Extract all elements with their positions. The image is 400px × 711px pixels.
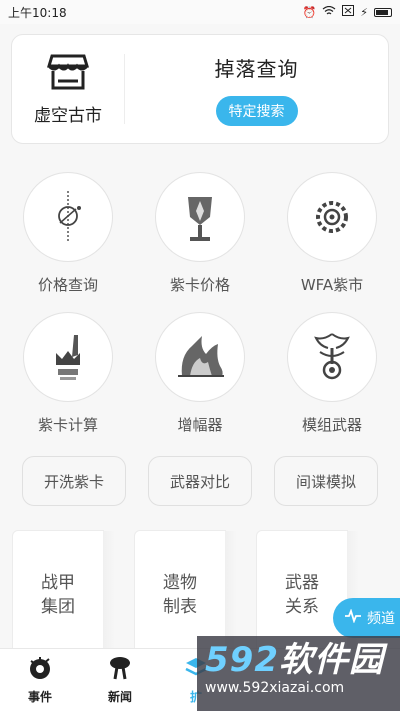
shop-icon	[46, 53, 90, 95]
grid-label: 紫卡计算	[37, 416, 98, 434]
watermark-logo-num: 592	[205, 640, 279, 680]
pulse-icon	[345, 608, 361, 627]
grid-item-modular-weapon[interactable]: 模组武器	[277, 312, 387, 435]
nav-label: 新闻	[107, 690, 132, 704]
grid-item-amp[interactable]: 增幅器	[145, 312, 255, 435]
tall-card-line: 集团	[41, 597, 75, 617]
drop-query-section: 掉落查询 特定搜索	[125, 35, 388, 143]
modular-weapon-icon	[287, 312, 377, 402]
specific-search-button[interactable]: 特定搜索	[215, 95, 298, 126]
channel-button[interactable]: 频道	[333, 598, 400, 638]
wfa-market-icon	[287, 172, 377, 262]
channel-label: 频道	[367, 611, 395, 627]
riven-price-icon	[155, 172, 245, 262]
battery-icon	[374, 7, 392, 17]
riven-calc-icon	[23, 312, 113, 402]
tall-card-line: 遗物	[163, 573, 197, 593]
charging-icon: ⚡	[360, 5, 368, 19]
news-icon	[107, 655, 133, 684]
tall-card-line: 制表	[163, 597, 197, 617]
status-time: 上午10:18	[8, 5, 67, 20]
top-card: 虚空古市 掉落查询 特定搜索	[11, 34, 389, 144]
pill-riven-reroll[interactable]: 开洗紫卡	[22, 456, 126, 506]
void-market-entry[interactable]: 虚空古市	[12, 35, 124, 143]
nav-item-news[interactable]: 新闻	[92, 655, 148, 705]
grid-item-price-query[interactable]: 价格查询	[13, 172, 123, 295]
amp-icon	[155, 312, 245, 402]
void-market-label: 虚空古市	[34, 105, 102, 126]
grid-item-riven-price[interactable]: 紫卡价格	[145, 172, 255, 295]
grid-label: 紫卡价格	[169, 276, 230, 294]
grid-label: 模组武器	[301, 416, 362, 434]
price-query-icon	[23, 172, 113, 262]
tall-card-warframe-syndicate[interactable]: 战甲 集团	[12, 530, 115, 661]
grid-item-wfa-market[interactable]: WFA紫市	[277, 172, 387, 295]
pill-weapon-compare[interactable]: 武器对比	[148, 456, 252, 506]
status-icons: ⏰ ⚡	[303, 5, 392, 19]
grid-label: 价格查询	[37, 276, 98, 294]
grid-item-riven-calc[interactable]: 紫卡计算	[13, 312, 123, 435]
watermark-logo: 592软件园	[205, 640, 392, 680]
sim-icon	[342, 5, 355, 19]
nav-item-events[interactable]: 事件	[12, 655, 68, 705]
status-bar: 上午10:18 ⏰ ⚡	[0, 0, 400, 24]
watermark-url: www.592xiazai.com	[205, 680, 345, 696]
tall-card-line: 武器	[285, 573, 319, 593]
wifi-icon	[322, 5, 336, 19]
grid-label: WFA紫市	[300, 276, 364, 294]
tall-card-line: 战甲	[41, 573, 75, 593]
drop-query-title[interactable]: 掉落查询	[215, 53, 299, 82]
nav-label: 事件	[27, 690, 52, 704]
grid-label: 增幅器	[177, 416, 223, 434]
pill-spy-sim[interactable]: 间谍模拟	[274, 456, 378, 506]
watermark: 592软件园 www.592xiazai.com	[197, 636, 400, 711]
alarm-icon: ⏰	[302, 5, 317, 19]
watermark-logo-text: 软件园	[278, 640, 384, 680]
event-icon	[27, 655, 53, 684]
